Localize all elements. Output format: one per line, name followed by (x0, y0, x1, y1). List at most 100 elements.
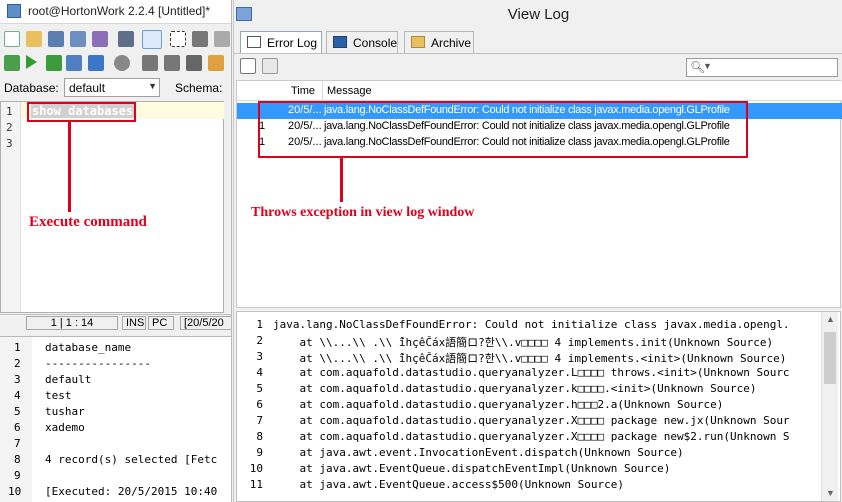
toolbar-row-1 (0, 29, 231, 51)
tab-error-log[interactable]: Error Log (240, 31, 322, 53)
result-line-number: 1 (14, 341, 21, 354)
rollback-icon[interactable] (164, 55, 180, 71)
stop-icon[interactable] (114, 55, 130, 71)
schema-label: Schema: (175, 81, 223, 95)
scroll-up-icon[interactable]: ▲ (826, 314, 835, 324)
stack-line-number: 9 (256, 446, 263, 459)
explain-icon[interactable] (88, 55, 104, 71)
toggle-button[interactable] (142, 30, 162, 49)
right-titlebar: View Log (234, 0, 842, 30)
stack-trace-line: 2 at \\...\\ .\\ ỉ̃hçêČáx語簡ロ?한\\.v□□□□ 4… (237, 334, 827, 350)
stack-line-text: at \\...\\ .\\ ỉ̃hçêČáx語簡ロ?한\\.v□□□□ 4 i… (273, 352, 787, 365)
cursor-position: 1 | 1 : 14 (26, 316, 118, 330)
stack-line-number: 1 (256, 318, 263, 331)
result-line: xademo (45, 421, 85, 434)
tab-label: Console (353, 36, 398, 50)
result-line-number: 9 (14, 469, 21, 482)
stack-trace-scrollbar[interactable]: ▲ ▼ (821, 312, 838, 501)
stack-trace-line: 3 at \\...\\ .\\ ỉ̃hçêČáx語簡ロ?한\\.v□□□□ 4… (237, 350, 827, 366)
insert-mode: INS (122, 316, 146, 330)
chevron-down-icon: ▼ (703, 61, 712, 71)
editor-line-number: 2 (6, 121, 13, 134)
error-log-icon (247, 36, 261, 48)
stack-trace-line: 10 at java.awt.EventQueue.dispatchEventI… (237, 462, 827, 478)
editor-statusbar: 1 | 1 : 14 INS PC [20/5/20 (0, 314, 231, 330)
sql-editor[interactable]: 1 2 3 show databases Execute command (0, 101, 224, 313)
stack-trace-line: 6 at com.aquafold.datastudio.queryanalyz… (237, 398, 827, 414)
new-file-icon[interactable] (4, 31, 20, 47)
stack-line-number: 4 (256, 366, 263, 379)
left-titlebar: root@HortonWork 2.2.4 [Untitled]* (0, 0, 231, 24)
stack-line-text: at java.awt.EventQueue.access$500(Unknow… (273, 478, 624, 491)
save-icon[interactable] (48, 31, 64, 47)
execute-icon[interactable] (4, 55, 20, 71)
run-icon[interactable] (26, 55, 37, 69)
annotation-execute-command: Execute command (29, 214, 147, 230)
app-icon (7, 4, 21, 18)
stack-line-number: 8 (256, 430, 263, 443)
annotation-box-exceptions (258, 101, 748, 158)
save-all-icon[interactable] (92, 31, 108, 47)
annotation-connector-right (340, 158, 343, 202)
scrollbar-thumb[interactable] (824, 332, 836, 384)
result-line: default (45, 373, 92, 386)
view-log-window: View Log Error Log Console Archive 🔍︎ ▼ … (233, 0, 842, 502)
result-line: ---------------- (45, 357, 151, 370)
column-header-time[interactable]: Time (287, 81, 323, 101)
select-icon[interactable] (170, 31, 186, 47)
commit-icon[interactable] (142, 55, 158, 71)
annotation-box-command (27, 102, 136, 122)
result-line-number: 5 (14, 405, 21, 418)
print-icon[interactable] (118, 31, 134, 47)
save-as-icon[interactable] (70, 31, 86, 47)
stack-line-number: 11 (249, 478, 263, 491)
result-line: 4 record(s) selected [Fetc (45, 453, 218, 466)
cut-icon[interactable] (192, 31, 208, 47)
tab-archive[interactable]: Archive (404, 31, 474, 53)
editor-line-number: 1 (6, 105, 13, 118)
tab-label: Error Log (267, 36, 318, 50)
edit-icon[interactable] (240, 58, 256, 74)
result-line-number: 2 (14, 357, 21, 370)
column-header-message[interactable]: Message (323, 81, 842, 101)
editor-scrollbar[interactable] (224, 101, 231, 313)
format-icon[interactable] (186, 55, 202, 71)
step-icon[interactable] (66, 55, 82, 71)
stack-trace-line: 7 at com.aquafold.datastudio.queryanalyz… (237, 414, 827, 430)
stack-trace-line: 9 at java.awt.event.InvocationEvent.disp… (237, 446, 827, 462)
stack-trace-line: 5 at com.aquafold.datastudio.queryanalyz… (237, 382, 827, 398)
stack-trace-pane[interactable]: 1 java.lang.NoClassDefFoundError: Could n… (236, 311, 841, 502)
stack-line-number: 5 (256, 382, 263, 395)
run-line-icon[interactable] (46, 55, 62, 71)
right-window-title: View Log (507, 6, 570, 23)
copy-log-icon[interactable] (262, 58, 278, 74)
stack-line-text: at com.aquafold.datastudio.queryanalyzer… (273, 430, 790, 443)
tools-icon[interactable] (208, 55, 224, 71)
database-row: Database: default ▼ Schema: (0, 78, 231, 98)
result-line-number: 7 (14, 437, 21, 450)
stack-line-text: at com.aquafold.datastudio.queryanalyzer… (273, 398, 724, 411)
log-search-input[interactable]: 🔍︎ ▼ (686, 58, 838, 77)
chevron-down-icon: ▼ (148, 81, 157, 91)
annotation-connector-left (68, 122, 71, 212)
stack-line-number: 3 (256, 350, 263, 363)
open-folder-icon[interactable] (26, 31, 42, 47)
editor-gutter: 1 2 3 (1, 102, 21, 312)
results-pane[interactable]: 1 database_name 2 ---------------- 3 default 4… (0, 336, 231, 502)
line-ending: PC (148, 316, 174, 330)
stack-line-text: at com.aquafold.datastudio.queryanalyzer… (273, 366, 790, 379)
result-line-number: 3 (14, 373, 21, 386)
editor-line-number: 3 (6, 137, 13, 150)
log-toolbar: 🔍︎ ▼ (234, 53, 842, 77)
tab-console[interactable]: Console (326, 31, 398, 53)
stack-line-number: 7 (256, 414, 263, 427)
stack-line-text: at java.awt.event.InvocationEvent.dispat… (273, 446, 684, 459)
copy-icon[interactable] (214, 31, 230, 47)
stack-trace-line: 4 at com.aquafold.datastudio.queryanalyz… (237, 366, 827, 382)
result-line: [Executed: 20/5/2015 10:40 (45, 485, 218, 498)
result-line-number: 6 (14, 421, 21, 434)
database-select[interactable]: default ▼ (64, 78, 160, 97)
stack-trace-line: 8 at com.aquafold.datastudio.queryanalyz… (237, 430, 827, 446)
column-header-marker (237, 81, 287, 101)
scroll-down-icon[interactable]: ▼ (826, 488, 835, 498)
